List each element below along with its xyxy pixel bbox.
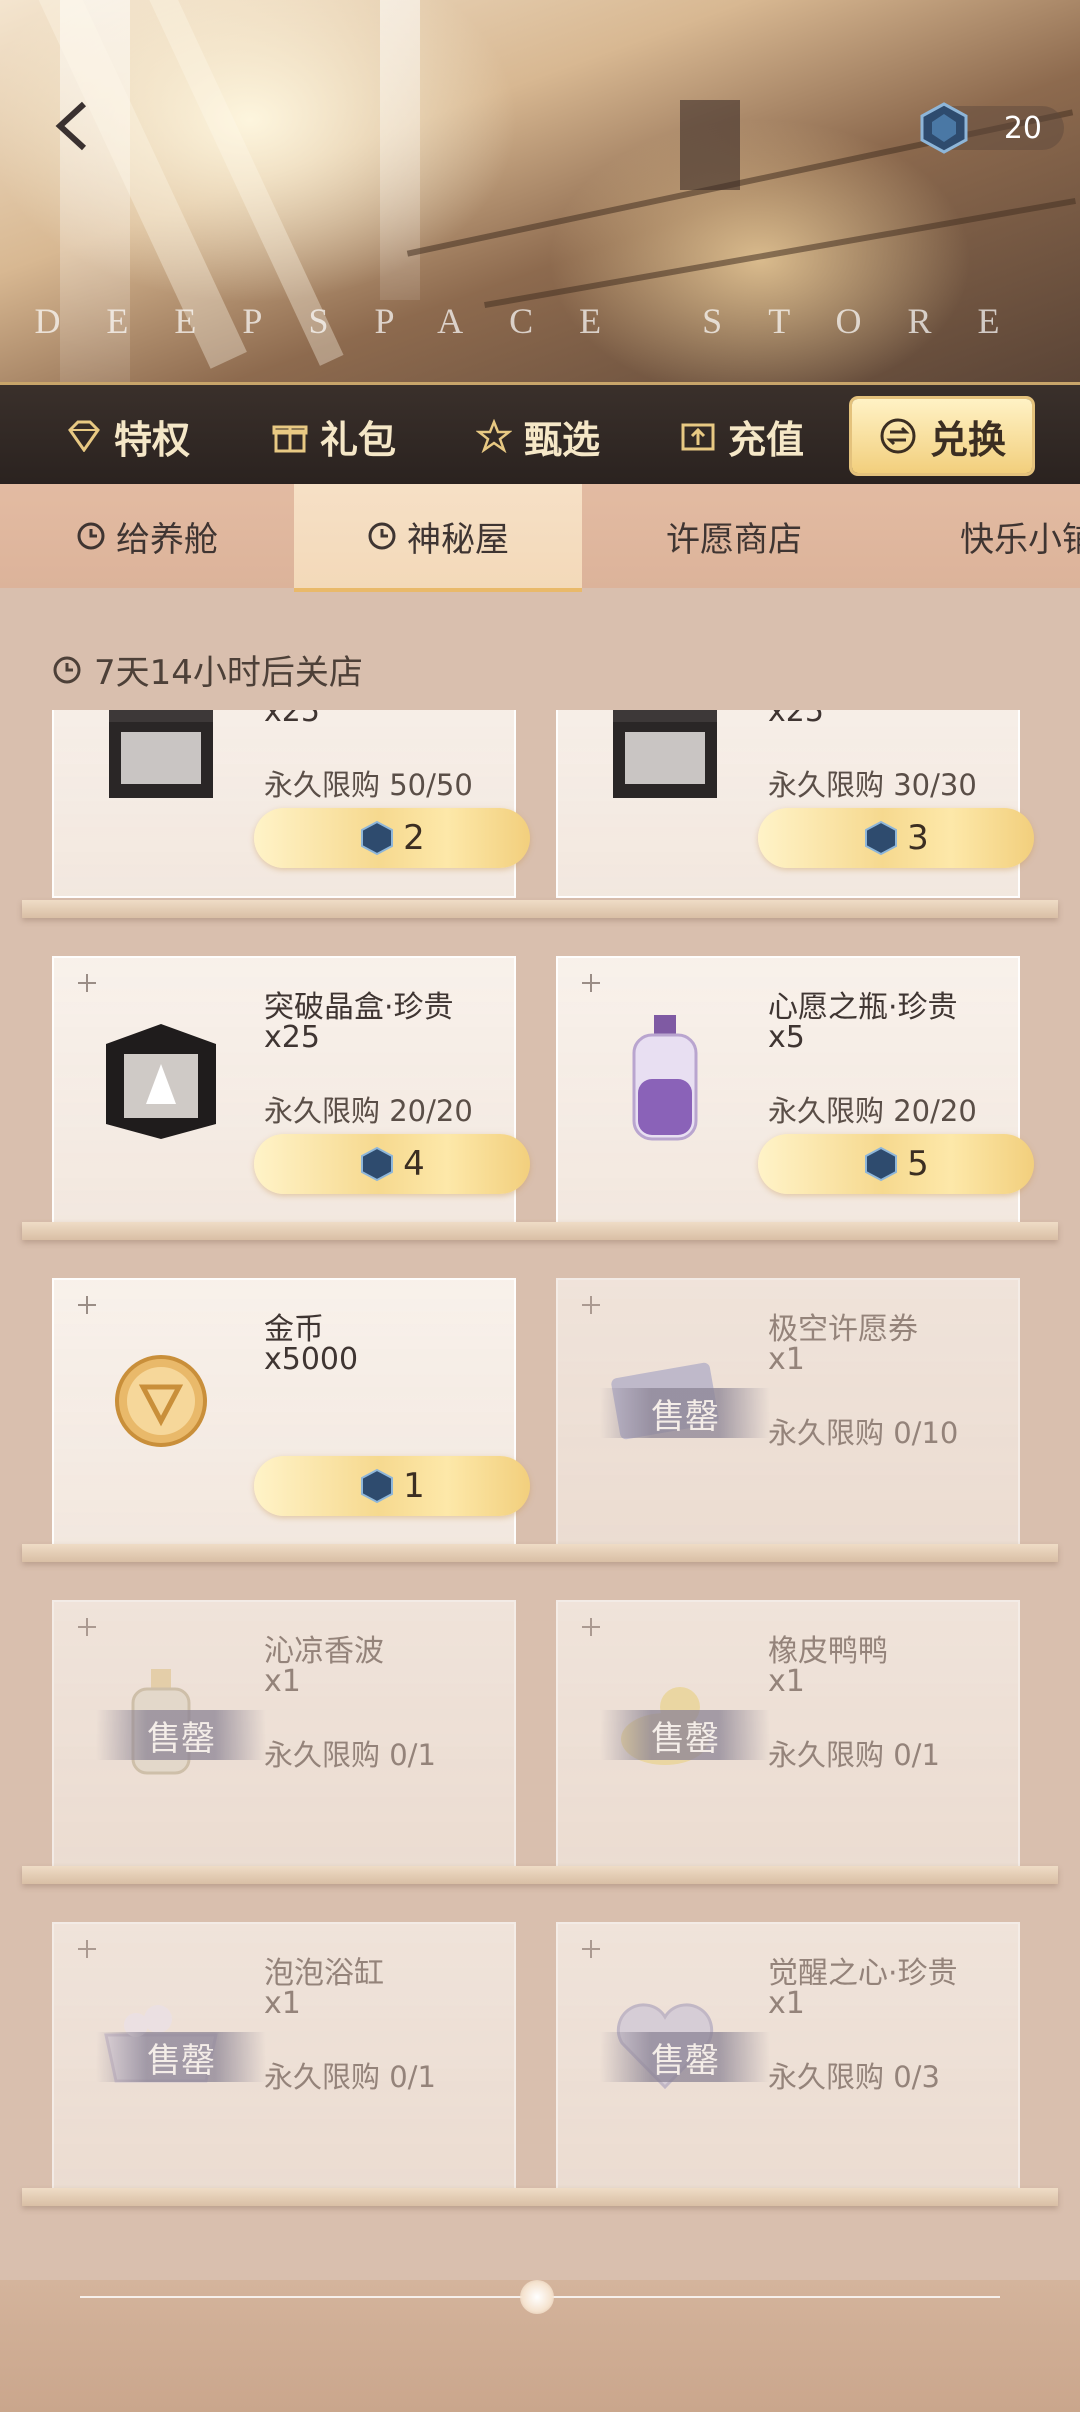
item-image-crystal-box (86, 710, 236, 828)
price-button[interactable]: 2 (254, 808, 530, 868)
price-button[interactable]: 3 (758, 808, 1034, 868)
gift-icon (272, 425, 308, 453)
clock-icon (77, 522, 105, 550)
item-image-breakthrough-crystal-box (86, 1004, 236, 1154)
tab-privilege[interactable]: 特权 (66, 399, 190, 473)
sold-out-badge: 售罄 (96, 2032, 266, 2082)
shelf (22, 1544, 1058, 1562)
shop-item-card[interactable]: 金币 x5000 1 (52, 1278, 530, 1546)
gem-currency-icon (361, 1468, 394, 1504)
subtab-mystery-house[interactable]: 神秘屋 (294, 484, 582, 592)
shop-item-card[interactable]: 售罄 橡皮鸭鸭 x1 永久限购 0/1 (556, 1600, 1020, 1868)
shelf (22, 1222, 1058, 1240)
back-button[interactable] (42, 96, 102, 156)
recharge-icon (681, 423, 715, 451)
sub-tab-bar: 给养舱 神秘屋 许愿商店 快乐小铺 (0, 484, 1080, 592)
price-button[interactable]: 1 (254, 1456, 530, 1516)
scroll-indicator[interactable] (520, 2280, 554, 2314)
subtab-happy-shop[interactable]: 快乐小铺 (960, 484, 1080, 588)
subtab-wish-store[interactable]: 许愿商店 (666, 484, 802, 588)
plus-icon (78, 1940, 96, 1958)
gold-coin-icon (86, 1326, 236, 1476)
plus-icon (78, 1296, 96, 1314)
shop-item-card[interactable]: 售罄 沁凉香波 x1 永久限购 0/1 (52, 1600, 516, 1868)
shop-item-card[interactable]: 突破晶盒·珍贵 x25 永久限购 20/20 4 (52, 956, 530, 1224)
currency-amount: 20 (1003, 110, 1042, 146)
chevron-left-icon (55, 101, 87, 151)
sold-out-badge: 售罄 (96, 1710, 266, 1760)
star-icon (476, 419, 512, 453)
gem-currency-icon (865, 1146, 898, 1182)
clock-icon (368, 522, 396, 550)
sold-out-badge: 售罄 (600, 1710, 770, 1760)
tab-recharge[interactable]: 充值 (680, 399, 804, 473)
shelf (22, 1866, 1058, 1884)
tab-gift-pack[interactable]: 礼包 (272, 399, 396, 473)
shelf (22, 900, 1058, 918)
store-closing-countdown: 7天14小时后关店 (52, 645, 363, 694)
tab-exchange[interactable]: 兑换 (852, 399, 1033, 473)
shop-item-card[interactable]: x25 永久限购 30/30 3 (556, 710, 1034, 898)
subtab-supply-cabin[interactable]: 给养舱 (76, 484, 218, 588)
shop-item-card[interactable]: 售罄 泡泡浴缸 x1 永久限购 0/1 (52, 1922, 516, 2190)
diamond-icon (68, 420, 100, 452)
plus-icon (582, 974, 600, 992)
shop-item-card[interactable]: 售罄 觉醒之心·珍贵 x1 永久限购 0/3 (556, 1922, 1020, 2190)
tab-selection[interactable]: 甄选 (476, 399, 600, 473)
store-title: DEEPSPACE STORE (34, 301, 1046, 341)
item-image-crystal-box (590, 710, 740, 828)
sold-out-badge: 售罄 (600, 1388, 770, 1438)
plus-icon (78, 974, 96, 992)
clock-icon (53, 656, 81, 683)
sold-out-badge: 售罄 (600, 2032, 770, 2082)
currency-balance[interactable]: 20 (920, 102, 1064, 154)
item-grid: x25 永久限购 50/50 2 x25 永久限购 30/30 3 突破晶盒·珍… (0, 710, 1080, 2280)
price-button[interactable]: 4 (254, 1134, 530, 1194)
gem-currency-icon (865, 820, 898, 856)
item-image-wish-bottle (590, 1004, 740, 1154)
shelf (22, 2188, 1058, 2206)
shop-item-card[interactable]: x25 永久限购 50/50 2 (52, 710, 530, 898)
plus-icon (582, 1296, 600, 1314)
gem-currency-icon (361, 1146, 394, 1182)
price-button[interactable]: 5 (758, 1134, 1034, 1194)
gem-currency-icon (916, 100, 972, 156)
shop-item-card[interactable]: 售罄 极空许愿券 x1 永久限购 0/10 (556, 1278, 1020, 1546)
gem-currency-icon (361, 820, 394, 856)
plus-icon (582, 1940, 600, 1958)
plus-icon (582, 1618, 600, 1636)
plus-icon (78, 1618, 96, 1636)
exchange-icon (880, 418, 916, 454)
shop-item-card[interactable]: 心愿之瓶·珍贵 x5 永久限购 20/20 5 (556, 956, 1034, 1224)
main-tab-bar: 特权 礼包 甄选 充值 兑换 (0, 382, 1080, 487)
